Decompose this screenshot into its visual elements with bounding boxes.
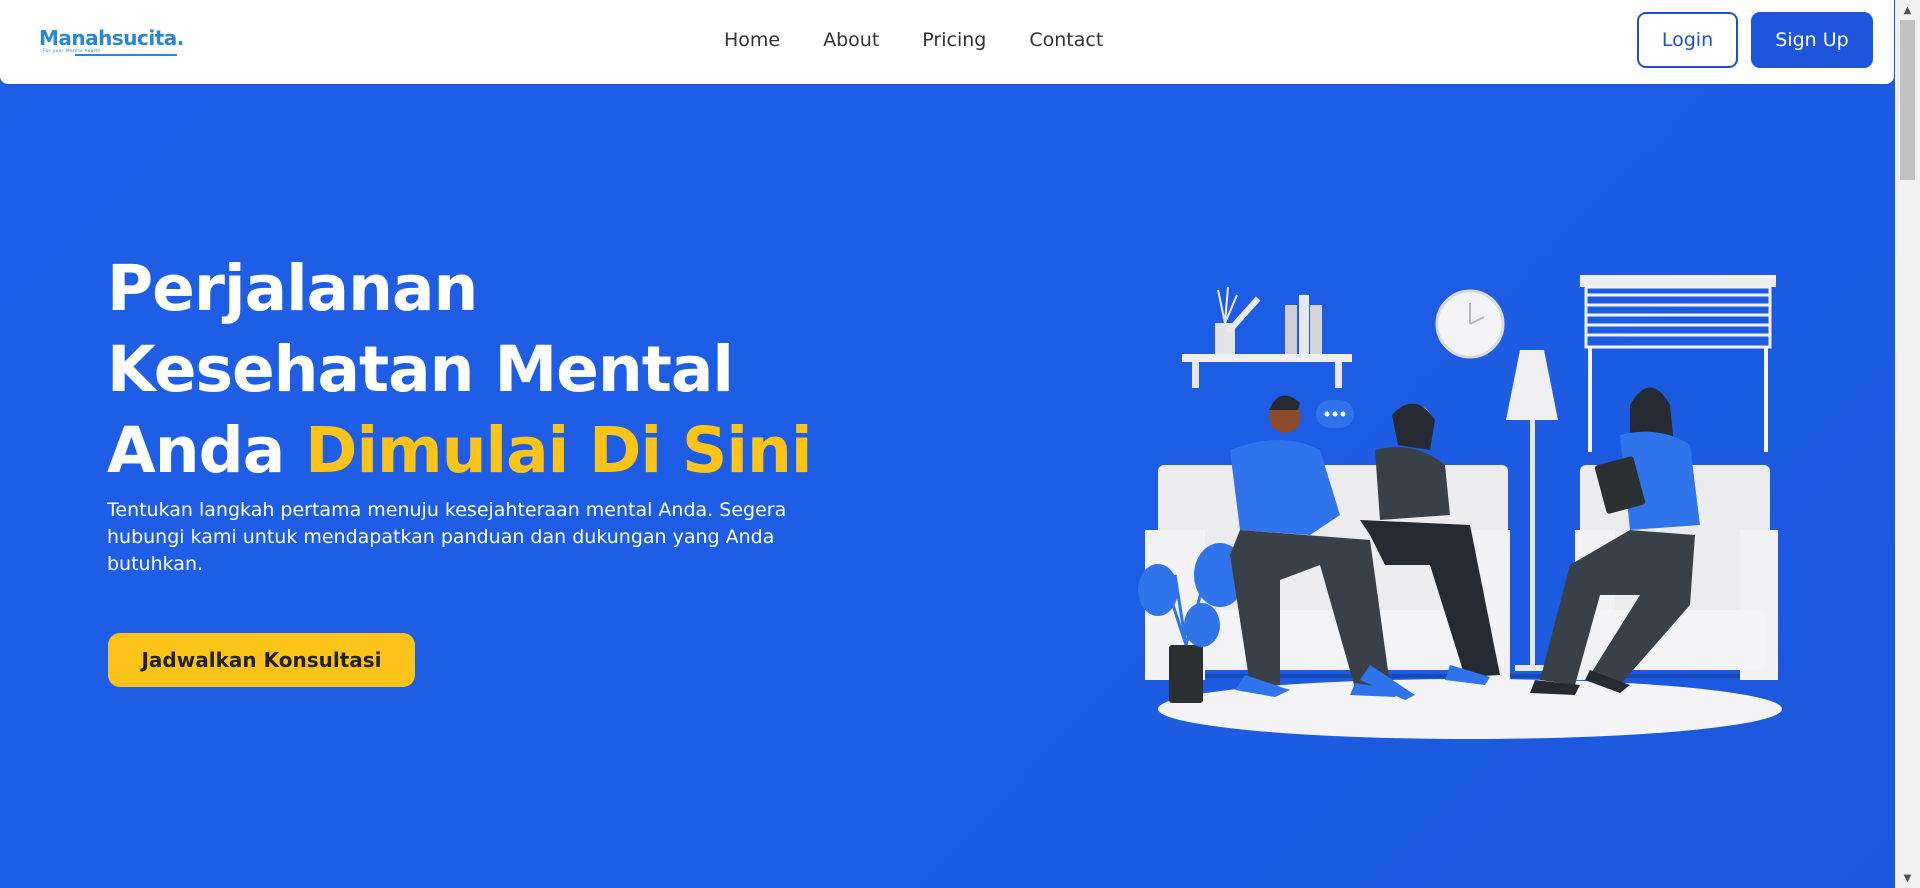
wall-shelf bbox=[1182, 354, 1352, 362]
hero-title: Perjalanan Kesehatan Mental Anda Dimulai D… bbox=[107, 248, 867, 491]
nav-about-link[interactable]: About bbox=[823, 29, 879, 51]
window-blind bbox=[1580, 275, 1776, 287]
therapy-session-illustration bbox=[1138, 275, 1782, 739]
floor-lamp bbox=[1506, 350, 1558, 420]
navbar: Manahsucita. For your Mental health Home… bbox=[0, 0, 1894, 84]
scrollbar-thumb[interactable] bbox=[1900, 20, 1915, 180]
nav-pricing-link[interactable]: Pricing bbox=[922, 29, 986, 51]
book-shape bbox=[1285, 305, 1297, 354]
hero-title-line1: Perjalanan bbox=[107, 252, 478, 325]
schedule-consultation-button[interactable]: Jadwalkan Konsultasi bbox=[108, 633, 415, 687]
hero-title-line3: Anda bbox=[107, 414, 285, 487]
login-button[interactable]: Login bbox=[1637, 12, 1738, 68]
brand-logo[interactable]: Manahsucita. For your Mental health bbox=[39, 26, 184, 58]
hero-description: Tentukan langkah pertama menuju kesejaht… bbox=[107, 499, 787, 575]
page: Manahsucita. For your Mental health Home… bbox=[0, 0, 1895, 888]
nav-home-link[interactable]: Home bbox=[724, 29, 780, 51]
signup-button[interactable]: Sign Up bbox=[1751, 12, 1873, 68]
brand-underline bbox=[75, 54, 177, 56]
main-nav: Home About Pricing Contact bbox=[724, 29, 1103, 51]
nav-contact-link[interactable]: Contact bbox=[1029, 29, 1103, 51]
brand-name: Manahsucita. bbox=[39, 26, 184, 50]
hero-title-line2: Kesehatan Mental bbox=[107, 333, 734, 406]
hero-title-highlight: Dimulai Di Sini bbox=[305, 414, 812, 487]
triangle-down-icon[interactable]: ▼ bbox=[1895, 868, 1920, 888]
triangle-up-icon[interactable]: ▲ bbox=[1895, 0, 1920, 20]
vertical-scrollbar[interactable]: ▲ ▼ bbox=[1895, 0, 1920, 888]
